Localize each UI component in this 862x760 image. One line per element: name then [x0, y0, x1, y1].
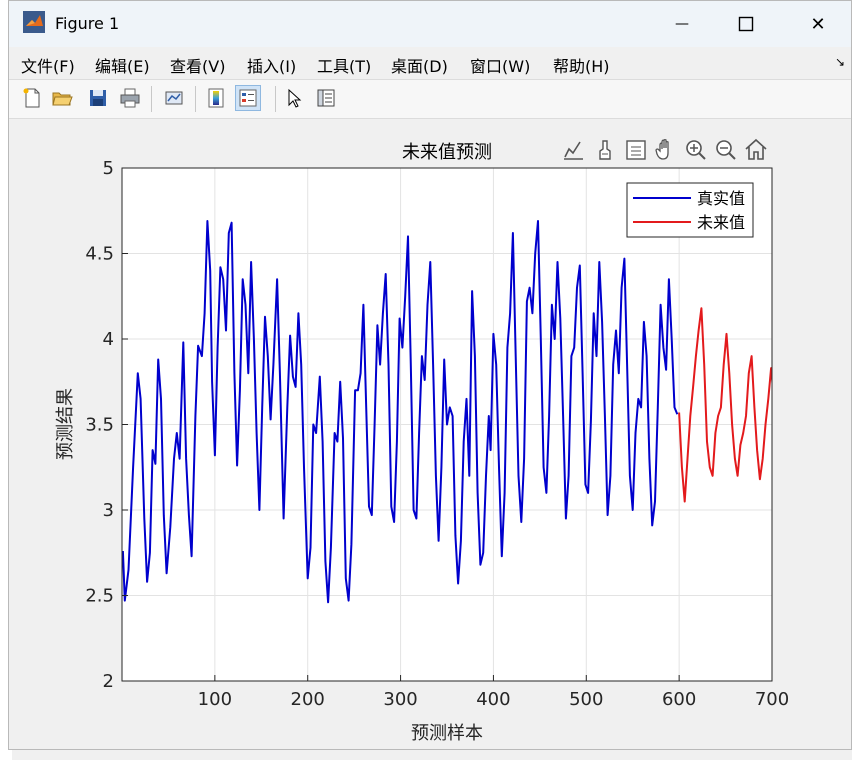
matlab-logo-icon [23, 11, 45, 33]
save-icon [90, 90, 106, 106]
legend-label-true-values: 真实值 [697, 189, 745, 208]
dock-arrow-icon[interactable]: ↘ [835, 55, 845, 69]
pan-button[interactable] [655, 139, 669, 160]
y-tick-label: 3.5 [85, 415, 114, 436]
insert-colorbar-icon [208, 88, 224, 108]
data-tips-button[interactable] [626, 140, 646, 160]
link-plot-button[interactable] [161, 85, 187, 111]
y-tick-label: 5 [103, 158, 114, 179]
save-button[interactable] [85, 85, 111, 111]
close-button[interactable]: ✕ [795, 9, 841, 39]
legend[interactable]: 真实值 未来值 [626, 182, 754, 238]
maximize-icon [738, 16, 754, 32]
data-brush-button[interactable] [599, 140, 611, 160]
zoom-out-button[interactable] [716, 140, 736, 160]
toolbar-separator [275, 86, 276, 112]
x-tick-label: 600 [662, 689, 696, 710]
chart-title: 未来值预测 [402, 142, 492, 163]
pan-hand-icon [655, 139, 669, 160]
brush-export-button[interactable] [564, 141, 583, 160]
menu-help[interactable]: 帮助(H) [553, 53, 610, 77]
insert-legend-button[interactable] [235, 85, 261, 111]
figure-toolbar [9, 79, 851, 119]
close-icon: ✕ [810, 13, 826, 35]
y-tick-label: 4 [103, 329, 114, 350]
y-axis-label: 预测结果 [55, 388, 76, 460]
chart-area: 100 200 300 400 500 600 70022.533.544.55 未来值预测… [55, 138, 789, 744]
link-plot-icon [165, 91, 183, 105]
edit-plot-pointer-icon [288, 88, 302, 108]
legend-label-future-values: 未来值 [697, 213, 745, 232]
y-tick-label: 4.5 [85, 244, 114, 265]
maximize-button[interactable] [723, 9, 769, 39]
data-brush-icon [599, 140, 611, 160]
data-tips-icon [626, 140, 646, 160]
x-tick-label: 100 [198, 689, 232, 710]
new-figure-icon [23, 88, 40, 108]
figure-window: Figure 1 — ✕ 文件(F) 编辑(E) 查看(V) 插入(I) 工具(… [8, 0, 852, 750]
x-axis-label: 预测样本 [411, 723, 483, 744]
open-file-button[interactable] [49, 85, 75, 111]
x-tick-label: 400 [476, 689, 510, 710]
x-tick-label: 200 [291, 689, 325, 710]
menu-view[interactable]: 查看(V) [170, 53, 225, 77]
menu-insert[interactable]: 插入(I) [247, 53, 296, 77]
title-bar: Figure 1 — ✕ [9, 1, 851, 47]
toolbar-separator [151, 86, 152, 112]
menu-file[interactable]: 文件(F) [21, 53, 75, 77]
home-restore-icon [745, 138, 767, 160]
y-tick-label: 3 [103, 500, 114, 521]
print-icon [120, 88, 140, 108]
insert-colorbar-button[interactable] [203, 85, 229, 111]
window-title: Figure 1 [55, 14, 120, 33]
minimize-button[interactable]: — [659, 9, 705, 39]
insert-legend-icon [239, 89, 257, 107]
property-inspector-icon [317, 89, 335, 107]
edit-plot-button[interactable] [281, 85, 307, 111]
y-tick-label: 2.5 [85, 586, 114, 607]
new-figure-button[interactable] [19, 85, 45, 111]
x-tick-label: 300 [383, 689, 417, 710]
property-inspector-button[interactable] [313, 85, 339, 111]
menu-edit[interactable]: 编辑(E) [95, 53, 150, 77]
brush-export-icon [564, 141, 581, 158]
menu-window[interactable]: 窗口(W) [470, 53, 530, 77]
background-window-right-edge [852, 0, 862, 760]
menu-bar: 文件(F) 编辑(E) 查看(V) 插入(I) 工具(T) 桌面(D) 窗口(W… [9, 47, 851, 79]
home-button[interactable] [745, 138, 767, 160]
print-button[interactable] [117, 85, 143, 111]
y-tick-label: 2 [103, 671, 114, 692]
menu-tools[interactable]: 工具(T) [317, 53, 371, 77]
axes-toolbar [564, 138, 767, 160]
minimize-icon: — [675, 16, 689, 32]
zoom-in-button[interactable] [686, 140, 706, 160]
x-tick-label: 700 [755, 689, 789, 710]
x-tick-label: 500 [569, 689, 603, 710]
menu-desktop[interactable]: 桌面(D) [391, 53, 448, 77]
open-file-icon [52, 92, 73, 106]
toolbar-separator [195, 86, 196, 112]
figure-canvas: 100 200 300 400 500 600 700 2 2.5 3 3.5 4 4.5 5 未来值预测… [9, 119, 851, 749]
